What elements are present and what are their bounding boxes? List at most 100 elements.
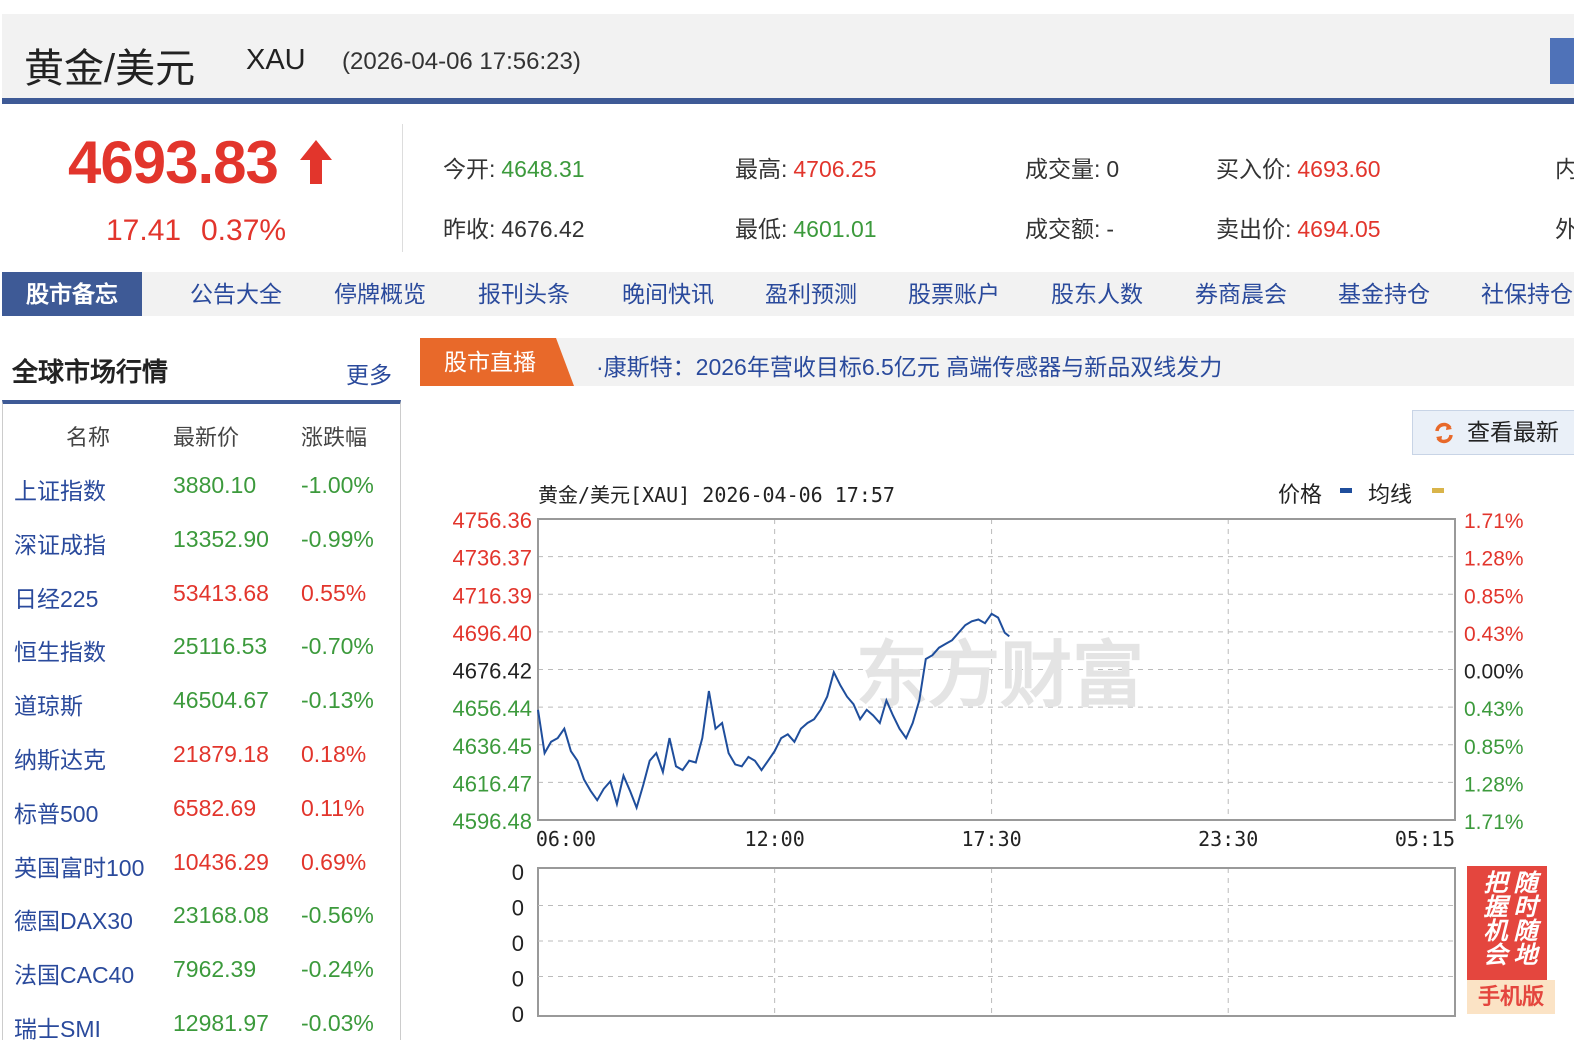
market-name[interactable]: 上证指数 <box>14 472 106 506</box>
y-tick-label: 4736.37 <box>452 546 532 571</box>
quote-field-label: 内 <box>1555 156 1574 182</box>
market-name[interactable]: 深证成指 <box>14 526 106 560</box>
quote-field: 买入价: 4693.60 <box>1216 150 1381 184</box>
more-link[interactable]: 更多 <box>346 356 392 390</box>
intraday-chart[interactable]: 黄金/美元[XAU] 2026-04-06 17:57 价格 均线 4756.36 1.… <box>420 470 1574 1034</box>
quote-field-label: 昨收: <box>443 216 496 242</box>
nav-tab[interactable]: 盈利预测 <box>765 272 857 316</box>
market-price: 46504.67 <box>173 687 269 714</box>
market-change: 0.18% <box>301 741 367 767</box>
market-price: 21879.18 <box>173 741 269 767</box>
nav-tab[interactable]: 基金持仓 <box>1338 272 1430 316</box>
market-change: 0.69% <box>301 848 367 875</box>
market-name[interactable]: 日经225 <box>14 580 98 614</box>
market-name[interactable]: 英国富时100 <box>14 849 144 883</box>
market-price: 25116.53 <box>173 633 268 660</box>
quote-field: 外 <box>1555 210 1574 244</box>
y-tick-label: 4716.39 <box>452 583 532 608</box>
refresh-button[interactable]: 查看最新 <box>1412 410 1574 455</box>
quote-field-value: 4676.42 <box>501 216 585 242</box>
market-change: -0.56% <box>301 902 374 929</box>
market-price: 12981.97 <box>173 1010 269 1036</box>
quote-field: 内 <box>1555 150 1574 184</box>
header-action-button[interactable] <box>1550 38 1574 84</box>
market-price: 6582.69 <box>173 794 257 821</box>
col-header-change: 涨跌幅 <box>301 425 368 450</box>
last-price: 4693.83 <box>68 129 279 196</box>
promo-text: 随时随地把握机会 <box>1467 866 1547 980</box>
watermark: 东方财富 <box>856 636 1144 716</box>
x-tick-label: 05:15 <box>1395 827 1455 851</box>
quote-field: 卖出价: 4694.05 <box>1216 210 1381 244</box>
nav-tab[interactable]: 股票账户 <box>908 272 1000 316</box>
legend-price-swatch <box>1340 488 1352 493</box>
market-price: 23168.08 <box>173 902 269 929</box>
pct-tick-label: 0.43% <box>1464 698 1524 721</box>
nav-bar: 股市备忘 公告大全 停牌概览 报刊头条 晚间快讯 盈利预测 股票账户 股东人数 券商晨会 基金持仓… <box>2 272 1574 316</box>
quote-field-label: 最低: <box>735 216 788 242</box>
mobile-promo[interactable]: 随时随地把握机会 手机版 <box>1467 866 1555 1014</box>
market-name[interactable]: 道琼斯 <box>14 687 83 721</box>
y-tick-label: 4676.42 <box>452 659 532 684</box>
nav-tab[interactable]: 股东人数 <box>1051 272 1143 316</box>
live-tag[interactable]: 股市直播 <box>420 338 574 386</box>
market-change: 0.55% <box>301 579 367 606</box>
y-tick-label: 4756.36 <box>452 508 532 533</box>
legend-avg-label: 均线 <box>1368 482 1412 507</box>
quote-datetime: (2026-04-06 17:56:23) <box>342 48 581 75</box>
nav-tab[interactable]: 股市备忘 <box>2 272 142 316</box>
market-price: 3880.10 <box>173 472 257 498</box>
market-name[interactable]: 德国DAX30 <box>14 902 133 936</box>
quote-field: 昨收: 4676.42 <box>443 210 585 244</box>
nav-tab[interactable]: 公告大全 <box>190 272 282 316</box>
market-change: -0.70% <box>301 633 374 660</box>
quote-field-label: 成交量: <box>1025 156 1101 182</box>
instrument-name: 黄金/美元 <box>24 47 196 91</box>
quote-field: 成交额: - <box>1025 210 1114 244</box>
chart-title: 黄金/美元[XAU] 2026-04-06 17:57 <box>538 483 895 507</box>
sidebar-title: 全球市场行情 <box>12 357 169 387</box>
market-price: 53413.68 <box>173 579 269 606</box>
volume-tick-label: 0 <box>512 860 524 885</box>
live-headline[interactable]: ·康斯特：2026年营收目标6.5亿元 高端传感器与新品双线发力 <box>596 348 1222 382</box>
nav-tab[interactable]: 停牌概览 <box>334 272 426 316</box>
quote-field-label: 外 <box>1555 216 1574 242</box>
arrow-up-icon <box>300 140 332 184</box>
x-tick-label: 06:00 <box>536 827 596 851</box>
quote-field: 成交量: 0 <box>1025 150 1119 184</box>
quote-field: 最低: 4601.01 <box>735 210 877 244</box>
col-header-price: 最新价 <box>173 425 240 450</box>
market-name[interactable]: 标普500 <box>14 795 98 829</box>
market-price: 7962.39 <box>173 956 257 983</box>
nav-tab[interactable]: 券商晨会 <box>1195 272 1287 316</box>
market-name[interactable]: 纳斯达克 <box>14 741 106 775</box>
volume-tick-label: 0 <box>512 1002 524 1027</box>
quote-field-value: 4706.25 <box>793 156 877 182</box>
x-tick-label: 23:30 <box>1198 827 1258 851</box>
market-change: -1.00% <box>301 472 374 498</box>
market-change: -0.99% <box>301 525 374 552</box>
market-name[interactable]: 恒生指数 <box>14 633 106 667</box>
market-name[interactable]: 法国CAC40 <box>14 956 134 990</box>
pct-tick-label: 1.71% <box>1464 510 1524 533</box>
pct-tick-label: 0.43% <box>1464 623 1524 646</box>
market-name[interactable]: 瑞士SMI <box>14 1010 101 1044</box>
quote-field-value: 4601.01 <box>793 216 877 242</box>
pct-tick-label: 1.28% <box>1464 773 1524 796</box>
y-tick-label: 4616.47 <box>452 771 532 796</box>
y-tick-label: 4596.48 <box>452 809 532 834</box>
price-change: 17.41 <box>106 214 182 247</box>
instrument-code: XAU <box>246 44 306 76</box>
col-header-name: 名称 <box>66 425 111 450</box>
volume-tick-label: 0 <box>512 931 524 956</box>
market-price: 13352.90 <box>173 525 269 552</box>
pct-tick-label: 0.00% <box>1464 661 1524 684</box>
quote-field-value: 4693.60 <box>1297 156 1381 182</box>
legend-avg-swatch <box>1432 488 1444 493</box>
nav-tab[interactable]: 社保持仓 <box>1481 272 1573 316</box>
nav-tab[interactable]: 报刊头条 <box>478 272 570 316</box>
market-change: -0.03% <box>301 1010 374 1036</box>
quote-field-label: 今开: <box>443 156 496 182</box>
refresh-icon <box>1435 422 1453 444</box>
nav-tab[interactable]: 晚间快讯 <box>622 272 714 316</box>
